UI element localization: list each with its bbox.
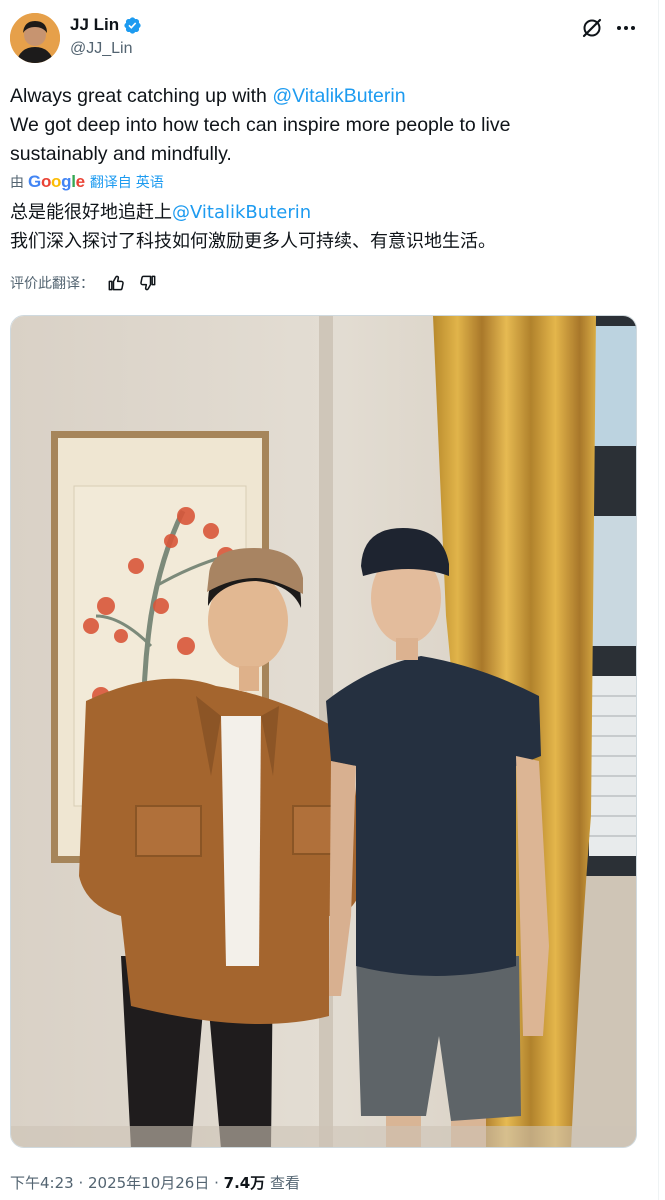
- timeline-border: [658, 0, 659, 1200]
- tweet-meta: 下午4:23 · 2025年10月26日 · 7.4万 查看: [10, 1172, 300, 1193]
- tweet-date[interactable]: 2025年10月26日: [88, 1174, 209, 1192]
- thumbs-up-icon[interactable]: [106, 273, 126, 293]
- meta-separator-1: ·: [73, 1174, 88, 1192]
- translated-from-link[interactable]: 翻译自 英语: [90, 172, 164, 192]
- tweet-card: JJ Lin @JJ_Lin Always great catching up …: [0, 0, 665, 1200]
- rate-translation-label: 评价此翻译：: [10, 276, 94, 292]
- tweet-text: Always great catching up with @VitalikBu…: [10, 82, 610, 169]
- rate-translation-row: 评价此翻译：: [10, 273, 158, 293]
- author-name-row: JJ Lin: [70, 15, 142, 35]
- more-options-icon[interactable]: [614, 16, 638, 40]
- tweet-text-prefix: Always great catching up with: [10, 85, 273, 107]
- verified-badge-icon: [124, 16, 141, 34]
- views-count[interactable]: 7.4万: [224, 1174, 266, 1192]
- tweet-line-3: sustainably and mindfully.: [10, 143, 232, 165]
- translated-text: 总是能很好地追赶上@VitalikButerin 我们深入探讨了科技如何激励更多…: [10, 198, 630, 256]
- author-avatar[interactable]: [10, 13, 60, 63]
- translated-line-1-prefix: 总是能很好地追赶上: [10, 202, 172, 223]
- translated-line-1: 总是能很好地追赶上@VitalikButerin: [10, 198, 630, 227]
- views-label: 查看: [270, 1174, 301, 1192]
- translated-line-2: 我们深入探讨了科技如何激励更多人可持续、有意识地生活。: [10, 231, 496, 252]
- meta-separator-2: ·: [209, 1174, 224, 1192]
- tweet-line-2: We got deep into how tech can inspire mo…: [10, 114, 511, 136]
- author-handle[interactable]: @JJ_Lin: [70, 40, 133, 58]
- thumbs-down-icon[interactable]: [138, 273, 158, 293]
- photo-image: [11, 316, 636, 1147]
- tweet-photo[interactable]: [10, 315, 637, 1148]
- translated-mention-link[interactable]: @VitalikButerin: [172, 202, 311, 223]
- translated-by-label: 由: [10, 174, 24, 190]
- author-display-name[interactable]: JJ Lin: [70, 15, 119, 35]
- grok-icon[interactable]: [580, 16, 604, 40]
- google-logo: Google: [28, 172, 85, 191]
- translation-attribution: 由 Google 翻译自 英语: [10, 172, 164, 192]
- avatar-image: [10, 13, 60, 63]
- tweet-time[interactable]: 下午4:23: [10, 1174, 74, 1192]
- mention-link[interactable]: @VitalikButerin: [272, 85, 405, 107]
- tweet-line-1: Always great catching up with @VitalikBu…: [10, 82, 610, 111]
